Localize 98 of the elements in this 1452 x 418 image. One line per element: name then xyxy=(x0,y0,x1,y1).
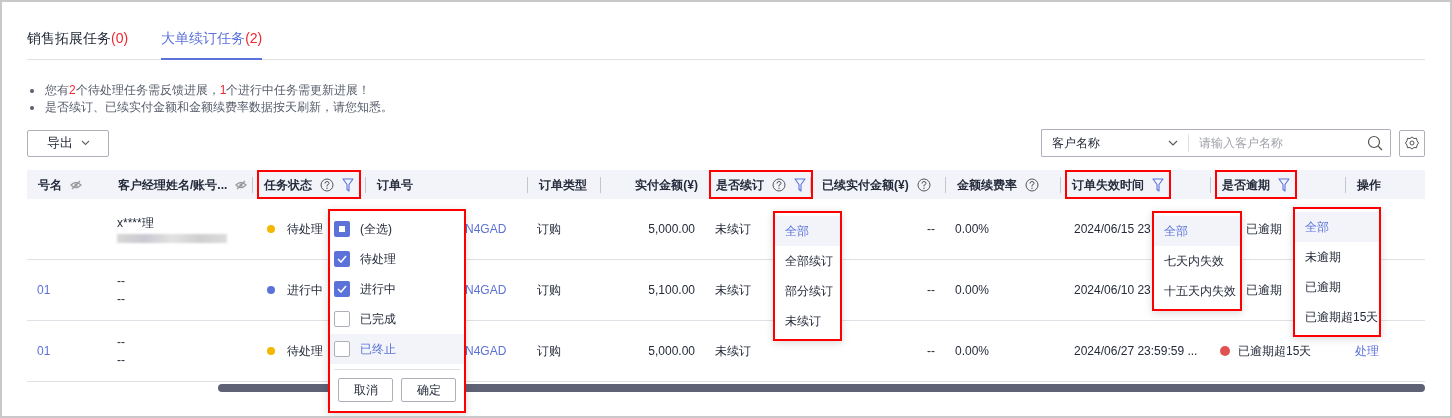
overdue-text: 已逾期 xyxy=(1246,221,1282,238)
filter-option[interactable]: (全选) xyxy=(330,214,464,244)
notice-text: 您有2个待处理任务需反馈进展，1个进行中任务需更新进展！ xyxy=(45,82,371,99)
check-icon xyxy=(337,255,347,263)
column-header: 实付金额(¥) xyxy=(635,176,698,194)
checkbox[interactable] xyxy=(334,311,350,327)
filter-option[interactable]: 七天内失效 xyxy=(1154,246,1240,276)
manager-text: -- xyxy=(117,274,125,288)
column-header: 是否逾期 xyxy=(1222,176,1270,194)
filter-option[interactable]: 全部 xyxy=(1295,212,1379,242)
filter-icon[interactable] xyxy=(1152,177,1164,192)
scope-select[interactable]: 客户名称 xyxy=(1041,129,1188,157)
filter-option[interactable]: 已逾期超15天 xyxy=(1295,302,1379,332)
filter-option[interactable]: 未续订 xyxy=(775,306,840,336)
manager-text: -- xyxy=(117,292,125,306)
check-icon xyxy=(337,285,347,293)
status-text: 进行中 xyxy=(287,282,323,299)
settings-icon xyxy=(1405,136,1419,150)
filter-option[interactable]: 十五天内失效 xyxy=(1154,276,1240,306)
filter-option[interactable]: 全部 xyxy=(775,216,840,246)
table-cell-text: 2024/06/27 23:59:59 ... xyxy=(1074,343,1198,360)
chevron-down-icon xyxy=(1168,140,1178,146)
column-header: 金额续费率 xyxy=(957,176,1017,194)
account-link[interactable]: 01 xyxy=(37,281,51,299)
table-cell-text: 0.00% xyxy=(955,282,990,299)
bullet-icon xyxy=(30,88,34,93)
help-icon[interactable] xyxy=(1025,177,1039,192)
column-header: 订单类型 xyxy=(539,176,587,194)
column-header: 订单号 xyxy=(377,176,413,194)
table-cell-text: 5,000.00 xyxy=(648,343,695,360)
dropdown-button[interactable]: 确定 xyxy=(401,378,456,402)
overdue-text: 已逾期超15天 xyxy=(1238,343,1312,360)
export-button[interactable]: 导出 xyxy=(27,129,109,157)
filter-option[interactable]: 部分续订 xyxy=(775,276,840,306)
help-icon[interactable] xyxy=(320,177,334,192)
chevron-down-icon xyxy=(80,140,90,146)
checkbox[interactable] xyxy=(334,251,350,267)
manager-text: x****理 xyxy=(117,215,155,230)
filter-option[interactable]: 已完成 xyxy=(330,304,464,334)
search-field[interactable]: 请输入客户名称 xyxy=(1189,129,1359,157)
order-link[interactable]: N4GAD xyxy=(465,342,507,360)
process-link[interactable]: 处理 xyxy=(1355,342,1379,360)
status-text: 待处理 xyxy=(287,343,323,360)
column-header: 已续实付金额(¥) xyxy=(822,176,909,194)
filter-option[interactable]: 已终止 xyxy=(330,334,464,364)
table-cell-text: -- xyxy=(927,343,935,360)
help-icon[interactable] xyxy=(772,177,786,192)
table-cell-text: 5,100.00 xyxy=(648,282,695,299)
help-icon[interactable] xyxy=(916,177,931,192)
filter-icon[interactable] xyxy=(1278,177,1290,192)
table-cell-text: -- xyxy=(927,221,935,238)
settings-button[interactable] xyxy=(1399,129,1425,157)
eye-off-icon[interactable] xyxy=(235,179,248,190)
filter-icon[interactable] xyxy=(342,177,354,192)
table-cell-text: 2024/06/10 23 xyxy=(1074,282,1151,299)
tab[interactable]: 销售拓展任务(0) xyxy=(27,28,129,60)
tab[interactable]: 大单续订任务(2) xyxy=(161,28,263,60)
filter-option[interactable]: 全部续订 xyxy=(775,246,840,276)
filter-option[interactable]: 待处理 xyxy=(330,244,464,274)
checkbox[interactable] xyxy=(334,221,350,237)
notice-text: 是否续订、已续实付金额和金额续费率数据按天刷新，请您知悉。 xyxy=(45,99,393,116)
table-cell-text: 订购 xyxy=(537,343,561,360)
table-cell-text: 0.00% xyxy=(955,343,990,360)
filter-option[interactable]: 全部 xyxy=(1154,216,1240,246)
manager-text: -- xyxy=(117,353,125,367)
account-link[interactable]: 01 xyxy=(37,342,51,360)
manager-text: -- xyxy=(117,335,125,349)
search-button[interactable] xyxy=(1359,129,1391,157)
table-cell-text: 5,000.00 xyxy=(648,221,695,238)
table-cell-text: 2024/06/15 23 xyxy=(1074,221,1151,238)
dropdown-button[interactable]: 取消 xyxy=(338,378,393,402)
table-cell-text: 未续订 xyxy=(715,343,751,360)
filter-icon[interactable] xyxy=(794,177,806,192)
search-icon xyxy=(1366,135,1383,151)
table-cell-text: 订购 xyxy=(537,282,561,299)
column-header: 订单失效时间 xyxy=(1072,176,1144,194)
order-link[interactable]: N4GAD xyxy=(465,220,507,238)
table-cell-text: -- xyxy=(927,282,935,299)
column-header: 客户经理姓名/账号... xyxy=(118,176,228,194)
table-cell-text: 0.00% xyxy=(955,221,990,238)
column-header: 操作 xyxy=(1357,176,1381,194)
filter-option[interactable]: 进行中 xyxy=(330,274,464,304)
checkbox[interactable] xyxy=(334,341,350,357)
checkbox[interactable] xyxy=(334,281,350,297)
table-cell-text: 未续订 xyxy=(715,282,751,299)
column-header: 任务状态 xyxy=(264,176,312,194)
order-link[interactable]: N4GAD xyxy=(465,281,507,299)
table-cell-text: 订购 xyxy=(537,221,561,238)
table-cell-text: 未续订 xyxy=(715,221,751,238)
bullet-icon xyxy=(30,105,34,110)
partial-icon xyxy=(339,226,345,232)
eye-off-icon[interactable] xyxy=(70,179,82,190)
filter-option[interactable]: 已逾期 xyxy=(1295,272,1379,302)
filter-option[interactable]: 未逾期 xyxy=(1295,242,1379,272)
status-text: 待处理 xyxy=(287,221,323,238)
column-header: 是否续订 xyxy=(716,176,764,194)
overdue-text: 已逾期 xyxy=(1246,282,1282,299)
column-header: 号名 xyxy=(38,176,62,194)
